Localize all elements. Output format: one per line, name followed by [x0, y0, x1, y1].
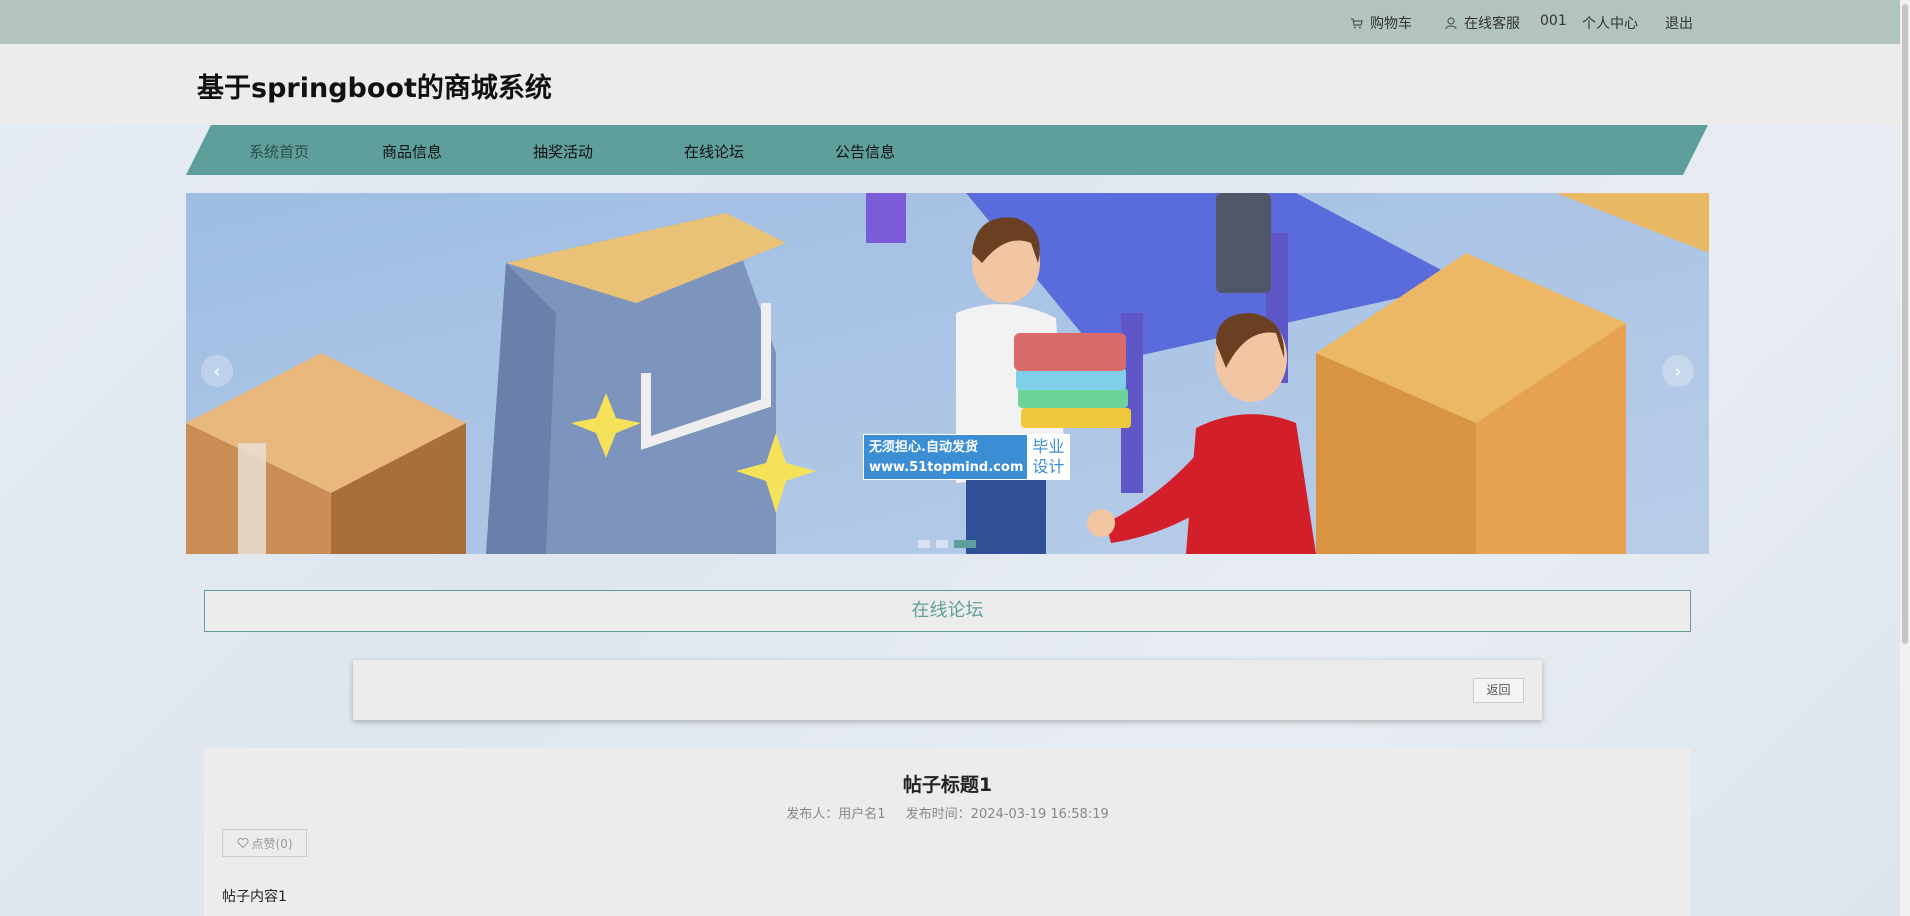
chevron-right-icon: › [1674, 360, 1682, 382]
cart-label: 购物车 [1370, 16, 1412, 32]
back-button[interactable]: 返回 [1473, 678, 1524, 703]
carousel-next-button[interactable]: › [1662, 355, 1694, 387]
top-bar: 购物车 在线客服 001 个人中心 退出 [0, 0, 1910, 44]
cart-link[interactable]: 购物车 [1350, 13, 1412, 33]
carousel-prev-button[interactable]: ‹ [201, 355, 233, 387]
post-title: 帖子标题1 [902, 774, 993, 796]
service-label: 在线客服 [1464, 16, 1520, 32]
carousel-indicators [918, 540, 976, 548]
nav-item-forum[interactable]: 在线论坛 [684, 141, 744, 162]
profile-link[interactable]: 个人中心 [1582, 13, 1638, 33]
carousel-dot[interactable] [918, 540, 930, 548]
banner-illustration [186, 193, 1709, 554]
username: 001 [1540, 13, 1567, 29]
nav-item-notices[interactable]: 公告信息 [835, 141, 895, 162]
logout-link[interactable]: 退出 [1665, 13, 1693, 33]
carousel-dot-active[interactable] [954, 540, 976, 548]
like-label: 点赞(0) [251, 836, 293, 851]
post-author: 发布人：用户名1 [786, 807, 886, 822]
site-title: 基于springboot的商城系统 [197, 73, 552, 104]
service-link[interactable]: 在线客服 [1444, 13, 1520, 33]
watermark-line2: www.51topmind.com [869, 460, 1024, 475]
username-label: 001 [1540, 13, 1567, 29]
like-button[interactable]: 点赞(0) [222, 829, 307, 857]
watermark-logo: 无须担心.自动发货 www.51topmind.com 毕业 设计 [863, 434, 1071, 480]
section-title: 在线论坛 [204, 590, 1691, 632]
carousel-dot[interactable] [936, 540, 948, 548]
watermark-badge: 毕业 设计 [1027, 435, 1070, 479]
user-service-icon [1445, 17, 1457, 30]
watermark-line1: 无须担心.自动发货 [869, 440, 978, 455]
post-content: 帖子内容1 [222, 889, 287, 905]
watermark-text: 无须担心.自动发货 www.51topmind.com [864, 435, 1027, 479]
cart-icon [1351, 18, 1363, 29]
post-meta: 发布人：用户名1 发布时间：2024-03-19 16:58:19 [0, 803, 1895, 822]
nav-item-home[interactable]: 系统首页 [249, 141, 309, 162]
action-panel [353, 660, 1542, 720]
profile-label: 个人中心 [1582, 16, 1638, 32]
post-time: 发布时间：2024-03-19 16:58:19 [905, 807, 1109, 822]
logout-label: 退出 [1665, 16, 1693, 32]
scrollbar-thumb[interactable] [1902, 4, 1908, 644]
heart-icon [236, 837, 249, 849]
nav-item-products[interactable]: 商品信息 [382, 141, 442, 162]
watermark-badge-line2: 设计 [1032, 457, 1065, 476]
nav-item-lottery[interactable]: 抽奖活动 [533, 141, 593, 162]
watermark-badge-line1: 毕业 [1032, 437, 1065, 456]
chevron-left-icon: ‹ [213, 360, 221, 382]
banner-carousel[interactable] [186, 193, 1709, 554]
